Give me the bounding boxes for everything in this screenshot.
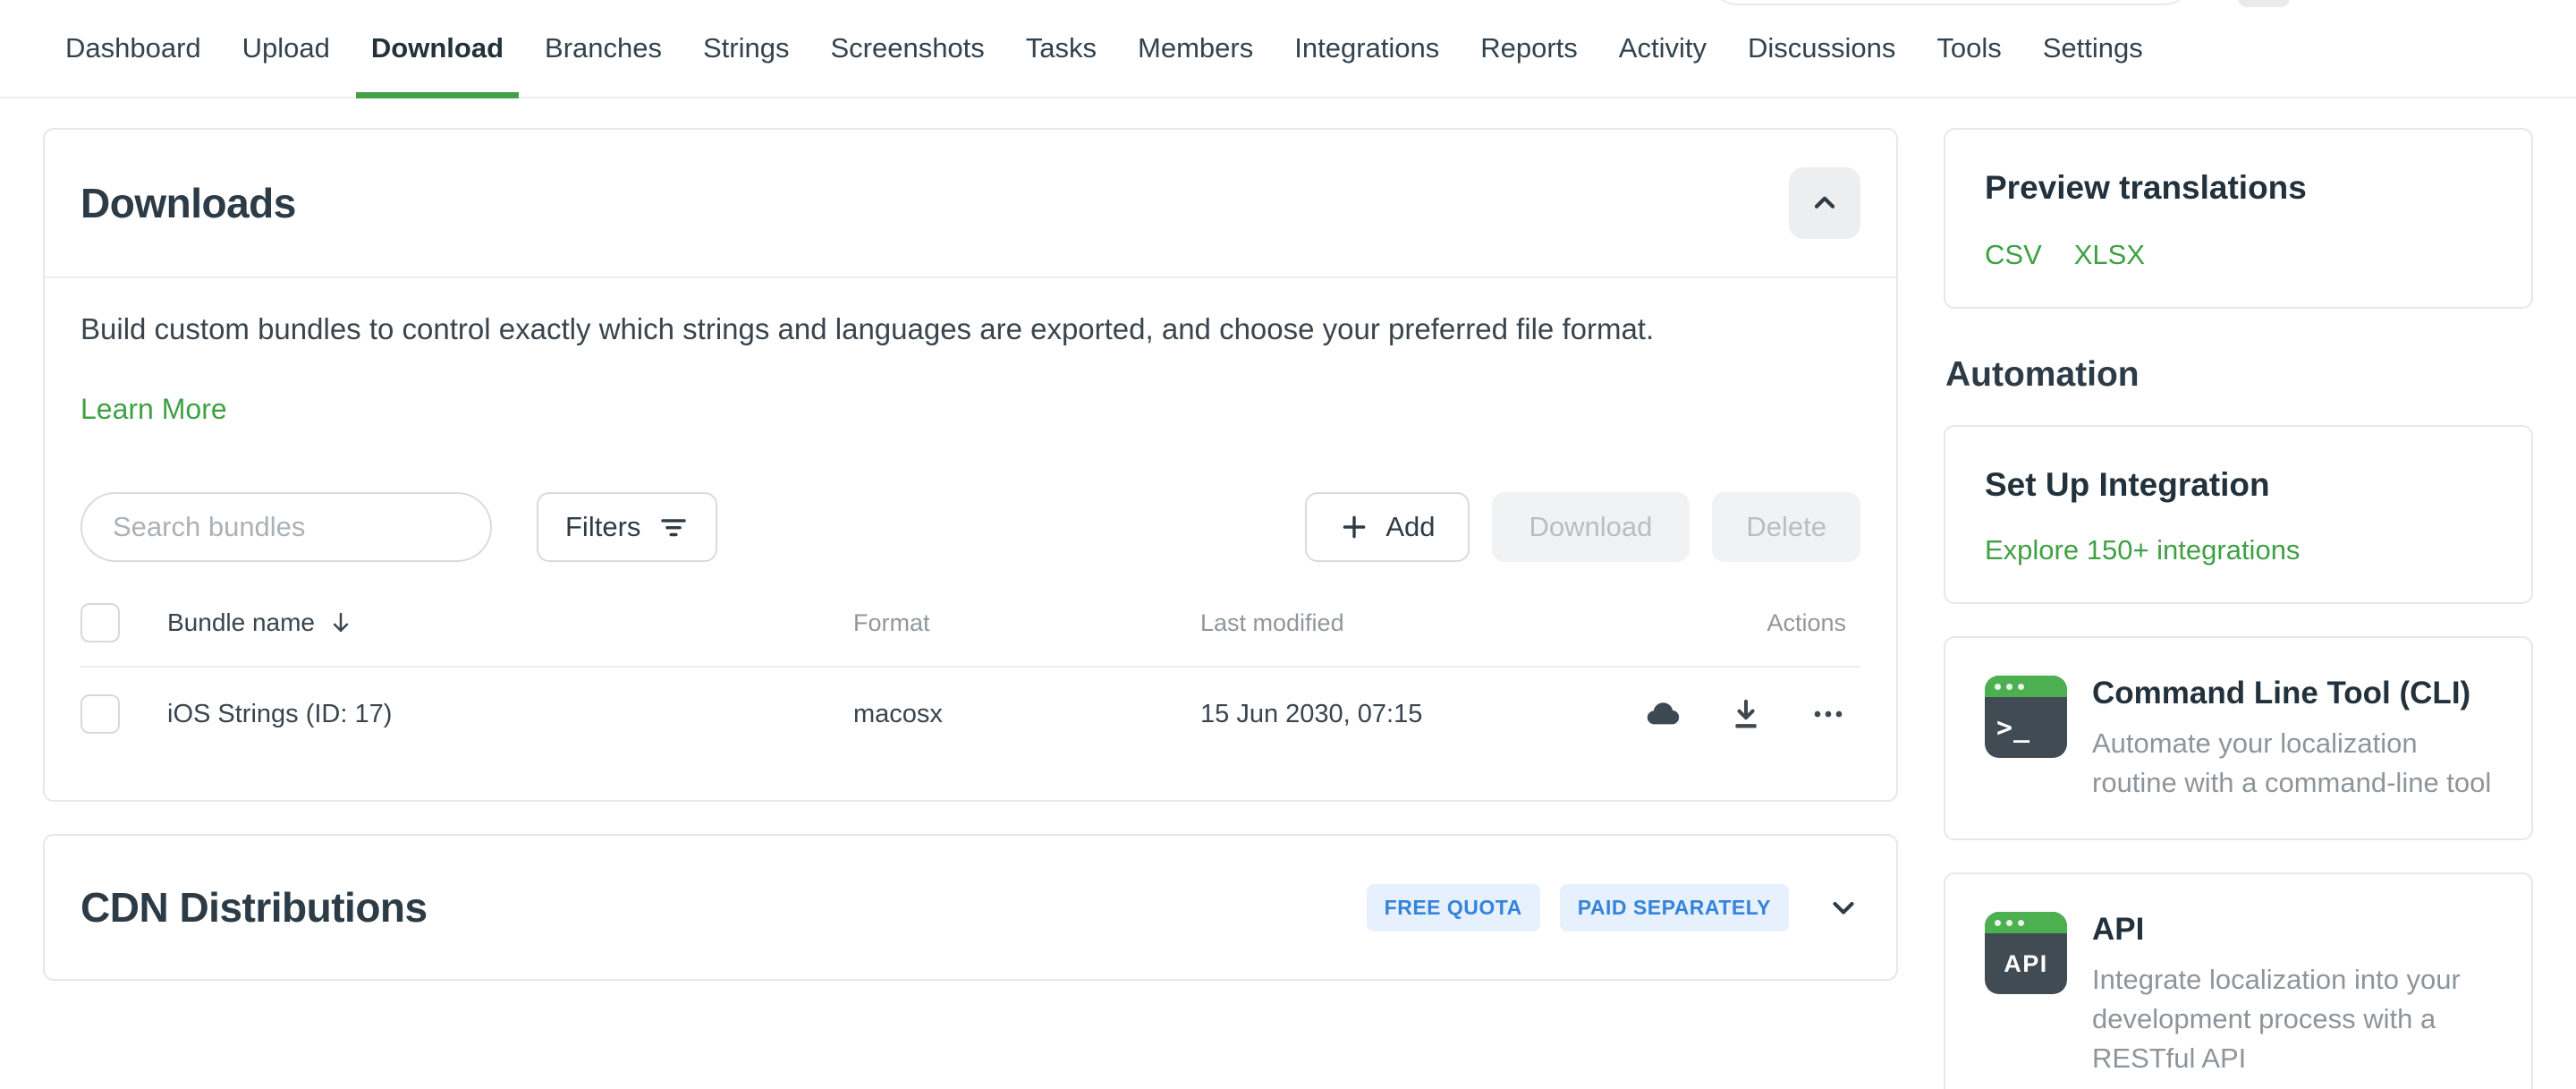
sidebar: Preview translations CSV XLSX Automation…: [1944, 128, 2533, 1089]
select-all-checkbox[interactable]: [80, 603, 120, 642]
page-title: Downloads: [80, 179, 296, 227]
xlsx-link[interactable]: XLSX: [2074, 239, 2145, 271]
tab-activity[interactable]: Activity: [1598, 0, 1727, 97]
paid-separately-badge: PAID SEPARATELY: [1560, 884, 1789, 932]
filters-button-label: Filters: [565, 511, 640, 543]
tab-members[interactable]: Members: [1117, 0, 1274, 97]
downloads-panel-header: Downloads: [45, 130, 1896, 278]
filters-button[interactable]: Filters: [537, 492, 717, 562]
cli-card[interactable]: >_ Command Line Tool (CLI) Automate your…: [1944, 636, 2533, 840]
download-icon[interactable]: [1728, 696, 1764, 732]
api-card-text: API Integrate localization into your dev…: [2092, 912, 2496, 1078]
bundles-toolbar: Filters Add: [80, 492, 1860, 562]
row-actions: [1596, 695, 1860, 733]
tab-screenshots[interactable]: Screenshots: [809, 0, 1004, 97]
table-row: iOS Strings (ID: 17) macosx 15 Jun 2030,…: [80, 668, 1860, 764]
tab-branches[interactable]: Branches: [524, 0, 682, 97]
tab-tools[interactable]: Tools: [1916, 0, 2021, 97]
chevron-up-icon: [1809, 187, 1841, 219]
last-modified-cell: 15 Jun 2030, 07:15: [1200, 700, 1596, 729]
tab-discussions[interactable]: Discussions: [1727, 0, 1916, 97]
set-up-integration-card: Set Up Integration Explore 150+ integrat…: [1944, 425, 2533, 604]
tab-download[interactable]: Download: [351, 0, 524, 97]
downloads-panel-body: Build custom bundles to control exactly …: [45, 278, 1896, 800]
tab-reports[interactable]: Reports: [1460, 0, 1598, 97]
api-card-description: Integrate localization into your develop…: [2092, 960, 2496, 1078]
ellipsis-menu-icon[interactable]: [1810, 696, 1846, 732]
preview-translations-title: Preview translations: [1985, 169, 2492, 207]
project-top-nav: Dashboard Upload Download Branches Strin…: [0, 0, 2576, 98]
cloud-icon[interactable]: [1644, 695, 1682, 733]
format-cell: macosx: [853, 700, 1200, 729]
column-header-bundle-name[interactable]: Bundle name: [167, 608, 853, 637]
bundle-name-header-label: Bundle name: [167, 608, 315, 637]
api-icon: API: [1985, 912, 2067, 994]
terminal-icon: >_: [1985, 676, 2067, 758]
download-button[interactable]: Download: [1492, 492, 1690, 562]
tab-strings[interactable]: Strings: [682, 0, 809, 97]
terminal-icon-titlebar: [1985, 676, 2067, 697]
cdn-panel-right: FREE QUOTA PAID SEPARATELY: [1367, 884, 1860, 932]
column-header-actions: Actions: [1596, 609, 1860, 637]
api-icon-titlebar: [1985, 912, 2067, 933]
preview-translations-card: Preview translations CSV XLSX: [1944, 128, 2533, 309]
column-header-format: Format: [853, 609, 1200, 637]
tab-tasks[interactable]: Tasks: [1005, 0, 1117, 97]
set-up-integration-title: Set Up Integration: [1985, 466, 2492, 504]
api-card-title: API: [2092, 912, 2496, 948]
automation-heading: Automation: [1945, 355, 2533, 395]
bundle-name-cell[interactable]: iOS Strings (ID: 17): [167, 700, 853, 729]
tab-dashboard[interactable]: Dashboard: [45, 0, 222, 97]
tab-settings[interactable]: Settings: [2022, 0, 2164, 97]
preview-links: CSV XLSX: [1985, 239, 2492, 271]
cli-card-text: Command Line Tool (CLI) Automate your lo…: [2092, 676, 2496, 803]
collapse-panel-button[interactable]: [1789, 167, 1860, 239]
terminal-icon-prompt: >_: [1985, 697, 2067, 758]
bundles-table-header: Bundle name Format Last modified Actions: [80, 603, 1860, 668]
free-quota-badge: FREE QUOTA: [1367, 884, 1540, 932]
row-checkbox[interactable]: [80, 694, 120, 734]
add-bundle-button[interactable]: Add: [1305, 492, 1469, 562]
main-column: Downloads Build custom bundles to contro…: [43, 128, 1898, 1089]
cdn-distributions-panel: CDN Distributions FREE QUOTA PAID SEPARA…: [43, 834, 1898, 981]
filter-lines-icon: [658, 512, 689, 542]
explore-integrations-link[interactable]: Explore 150+ integrations: [1985, 534, 2300, 566]
tab-upload[interactable]: Upload: [222, 0, 351, 97]
delete-button[interactable]: Delete: [1712, 492, 1860, 562]
learn-more-link[interactable]: Learn More: [80, 393, 227, 426]
tab-integrations[interactable]: Integrations: [1274, 0, 1460, 97]
api-icon-label: API: [1985, 933, 2067, 994]
csv-link[interactable]: CSV: [1985, 239, 2042, 271]
cli-card-description: Automate your localization routine with …: [2092, 724, 2496, 803]
downloads-description: Build custom bundles to control exactly …: [80, 312, 1860, 346]
sort-arrow-down-icon: [327, 609, 354, 636]
avatar-fragment: [2238, 0, 2290, 7]
chevron-down-icon[interactable]: [1826, 890, 1860, 924]
cli-card-title: Command Line Tool (CLI): [2092, 676, 2496, 711]
add-button-label: Add: [1385, 511, 1435, 543]
downloads-panel: Downloads Build custom bundles to contro…: [43, 128, 1898, 802]
cdn-panel-title: CDN Distributions: [80, 883, 428, 932]
search-input[interactable]: [80, 492, 492, 562]
column-header-last-modified: Last modified: [1200, 609, 1596, 637]
api-card[interactable]: API API Integrate localization into your…: [1944, 872, 2533, 1089]
plus-icon: [1339, 512, 1369, 542]
